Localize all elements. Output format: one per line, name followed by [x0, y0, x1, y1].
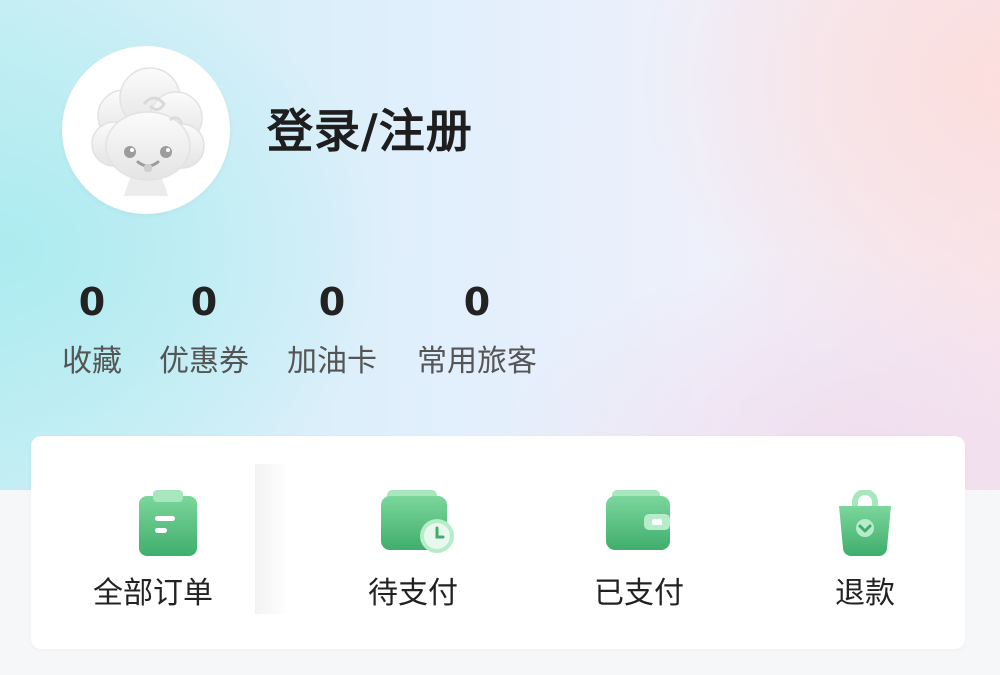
orders-card: 全部订单 待支付 已支付 退款 — [31, 436, 965, 649]
order-divider — [255, 464, 289, 614]
wallet-clock-icon — [381, 490, 454, 553]
stat-fuel-card[interactable]: 0 加油卡 — [286, 280, 378, 380]
shopping-bag-icon — [839, 490, 891, 556]
login-register-link[interactable]: 登录/注册 — [267, 103, 473, 159]
stat-favorites-count: 0 — [78, 280, 106, 324]
order-refund-label: 退款 — [835, 576, 895, 611]
order-pending-payment-label: 待支付 — [368, 576, 458, 611]
stat-frequent-travelers[interactable]: 0 常用旅客 — [416, 280, 538, 380]
stat-fuel-card-label: 加油卡 — [287, 344, 377, 379]
stat-coupons-count: 0 — [190, 280, 218, 324]
avatar[interactable] — [62, 46, 230, 214]
stat-fuel-card-count: 0 — [318, 280, 346, 324]
stat-favorites[interactable]: 0 收藏 — [62, 280, 122, 380]
order-refund-button[interactable]: 退款 — [773, 436, 957, 649]
clipboard-icon — [139, 490, 197, 556]
stat-frequent-travelers-label: 常用旅客 — [417, 344, 537, 379]
wallet-icon — [606, 490, 670, 550]
order-pending-payment-button[interactable]: 待支付 — [321, 436, 505, 649]
cloud-mascot-icon — [91, 67, 205, 196]
stat-coupons-label: 优惠券 — [159, 344, 249, 379]
order-paid-button[interactable]: 已支付 — [547, 436, 731, 649]
stat-favorites-label: 收藏 — [62, 344, 122, 379]
order-all-label: 全部订单 — [93, 576, 213, 611]
order-all-button[interactable]: 全部订单 — [61, 436, 245, 649]
stat-frequent-travelers-count: 0 — [463, 280, 491, 324]
order-paid-label: 已支付 — [594, 576, 684, 611]
stat-coupons[interactable]: 0 优惠券 — [158, 280, 250, 380]
